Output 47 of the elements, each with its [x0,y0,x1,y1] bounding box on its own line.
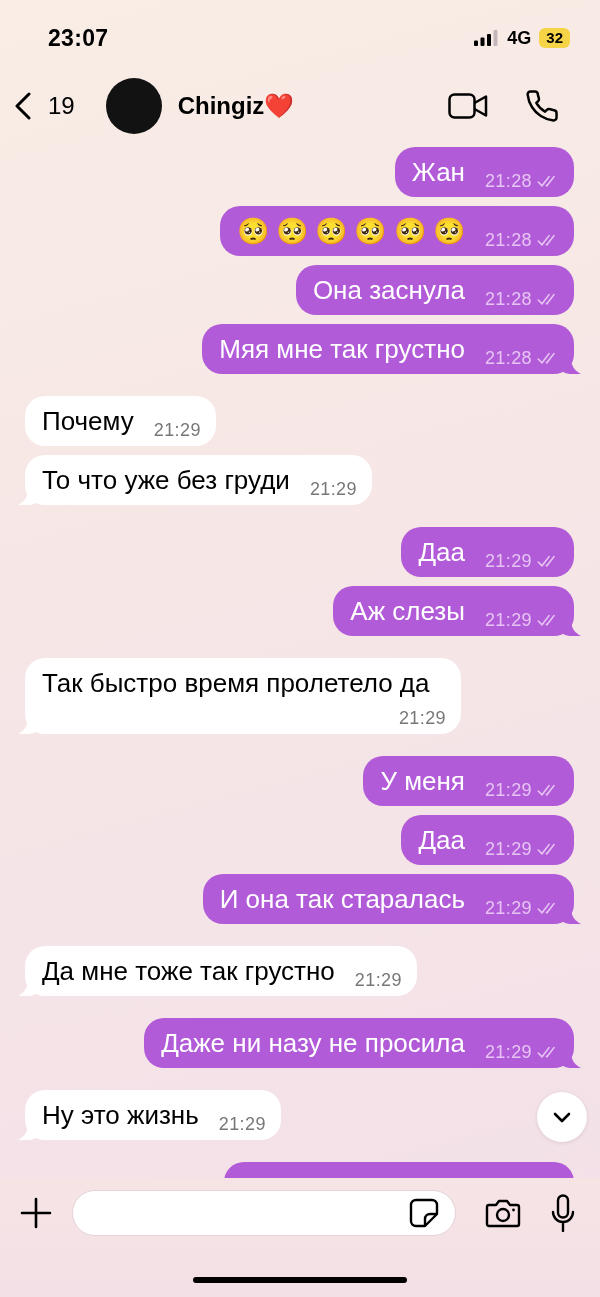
camera-icon[interactable] [485,1198,521,1228]
plus-icon [20,1197,52,1229]
message-text: Да мне тоже так грустно [42,956,335,986]
message-time: 21:28 [484,171,532,191]
message-time: 21:29 [484,551,532,571]
message-time: 21:29 [153,420,201,440]
message-time: 21:29 [484,780,532,800]
status-time: 23:07 [48,24,109,52]
signal-icon [474,30,499,46]
message-text: Аж слезы [350,596,465,626]
message-text: Даа [418,825,465,855]
network-type: 4G [507,27,532,49]
phone-icon[interactable] [526,90,558,122]
back-button[interactable]: 19 [14,92,75,120]
message-time: 21:28 [484,289,532,309]
microphone-icon[interactable] [550,1194,576,1232]
message-text: Так быстро время пролетело да [42,668,430,698]
message-text: Ну это жизнь [42,1100,199,1130]
message-text: 🥺 🥺 🥺 🥺 🥺 🥺 [236,216,465,246]
message-time: 21:29 [218,1114,266,1134]
battery-indicator: 32 [539,28,570,48]
message-text: Она заснула [312,275,465,305]
message-time: 21:29 [309,479,357,499]
video-call-icon[interactable] [448,92,488,120]
message-text: Мяя мне так грустно [219,334,465,364]
message-text: У меня [380,766,465,796]
message-time: 21:29 [484,610,532,630]
message-time: 21:29 [484,898,532,918]
message-text: И она так старалась [219,884,465,914]
message-input[interactable] [72,1190,456,1236]
message-text: То что уже без груди [42,465,290,495]
message-time: 21:29 [484,1042,532,1062]
scroll-down-button[interactable] [537,1092,587,1142]
message-text: Жан [411,157,465,187]
message-text: Даа [418,537,465,567]
message-time: 21:29 [484,839,532,859]
chevron-down-icon [553,1111,571,1123]
chevron-left-icon [14,92,32,120]
message-time: 21:28 [484,230,532,250]
contact-name[interactable]: Chingiz❤ [177,92,295,120]
message-text: Даже ни назу не просила [161,1028,465,1058]
attach-button[interactable] [20,1197,52,1229]
message-time: 21:28 [484,348,532,368]
message-text: Почему [42,406,134,436]
sticker-icon[interactable] [408,1197,440,1229]
message-time: 21:29 [398,708,446,728]
message-time: 21:29 [354,970,402,990]
